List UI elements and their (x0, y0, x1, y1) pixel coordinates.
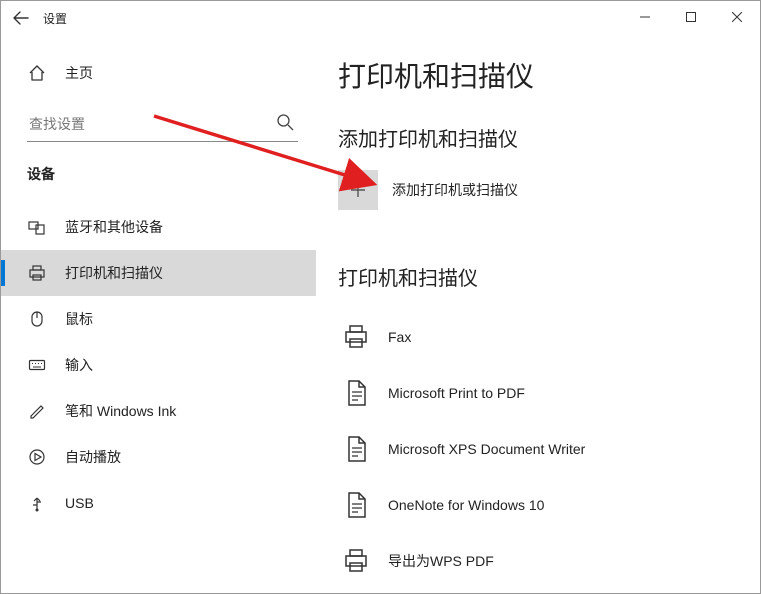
sidebar-item-label: 蓝牙和其他设备 (65, 217, 163, 237)
devices-icon (27, 217, 47, 237)
close-icon (732, 12, 742, 22)
sidebar-item-bluetooth[interactable]: 蓝牙和其他设备 (1, 204, 316, 250)
printer-name: Microsoft XPS Document Writer (388, 441, 585, 457)
printer-icon (338, 543, 374, 579)
searchbox[interactable] (27, 107, 298, 142)
sidebar-nav: 蓝牙和其他设备 打印机和扫描仪 鼠标 (1, 204, 316, 526)
minimize-button[interactable] (622, 1, 668, 33)
printer-icon (27, 263, 47, 283)
printer-item[interactable]: Microsoft XPS Document Writer (338, 421, 750, 477)
search-icon (276, 113, 294, 136)
list-section-title: 打印机和扫描仪 (338, 262, 750, 291)
minimize-icon (640, 12, 650, 22)
printer-item[interactable]: Microsoft Print to PDF (338, 365, 750, 421)
printer-name: Microsoft Print to PDF (388, 385, 525, 401)
autoplay-icon (27, 447, 47, 467)
sidebar-item-autoplay[interactable]: 自动播放 (1, 434, 316, 480)
body: 主页 设备 蓝牙和其他设备 (1, 35, 760, 593)
sidebar-item-usb[interactable]: USB (1, 480, 316, 526)
window-controls (622, 1, 760, 33)
sidebar-item-label: 输入 (65, 355, 93, 375)
mouse-icon (27, 309, 47, 329)
add-label: 添加打印机或扫描仪 (392, 180, 518, 200)
printer-item[interactable]: OneNote for Windows 10 (338, 477, 750, 533)
home-link[interactable]: 主页 (1, 57, 316, 89)
sidebar-item-pen[interactable]: 笔和 Windows Ink (1, 388, 316, 434)
close-button[interactable] (714, 1, 760, 33)
arrow-left-icon (13, 10, 29, 26)
maximize-icon (686, 12, 696, 22)
printer-item[interactable]: 导出为WPS PDF (338, 533, 750, 589)
add-printer-row[interactable]: 添加打印机或扫描仪 (338, 170, 750, 210)
document-icon (338, 431, 374, 467)
sidebar-item-label: 鼠标 (65, 309, 93, 329)
main-pane: 打印机和扫描仪 添加打印机和扫描仪 添加打印机或扫描仪 打印机和扫描仪 Fax (316, 35, 760, 593)
sidebar-item-label: USB (65, 495, 94, 511)
printer-name: OneNote for Windows 10 (388, 497, 544, 513)
search-input[interactable] (27, 112, 298, 136)
add-button[interactable] (338, 170, 378, 210)
sidebar-group-title: 设备 (1, 164, 316, 184)
plus-icon (348, 180, 368, 200)
document-icon (338, 487, 374, 523)
add-section-title: 添加打印机和扫描仪 (338, 123, 750, 152)
printer-icon (338, 319, 374, 355)
document-icon (338, 375, 374, 411)
maximize-button[interactable] (668, 1, 714, 33)
pen-icon (27, 401, 47, 421)
printer-name: Fax (388, 329, 411, 345)
sidebar-item-label: 自动播放 (65, 447, 121, 467)
keyboard-icon (27, 355, 47, 375)
window-title: 设置 (43, 10, 67, 27)
sidebar-item-printers[interactable]: 打印机和扫描仪 (1, 250, 316, 296)
home-icon (27, 63, 47, 83)
sidebar-item-typing[interactable]: 输入 (1, 342, 316, 388)
sidebar: 主页 设备 蓝牙和其他设备 (1, 35, 316, 593)
settings-window: 设置 主页 (0, 0, 761, 594)
usb-icon (27, 493, 47, 513)
home-label: 主页 (65, 63, 93, 83)
printer-name: 导出为WPS PDF (388, 551, 494, 571)
printer-item[interactable]: Fax (338, 309, 750, 365)
page-title: 打印机和扫描仪 (338, 55, 750, 95)
sidebar-item-label: 笔和 Windows Ink (65, 401, 176, 421)
back-button[interactable] (5, 2, 37, 34)
sidebar-item-label: 打印机和扫描仪 (65, 263, 163, 283)
search-wrap (1, 107, 316, 142)
sidebar-item-mouse[interactable]: 鼠标 (1, 296, 316, 342)
